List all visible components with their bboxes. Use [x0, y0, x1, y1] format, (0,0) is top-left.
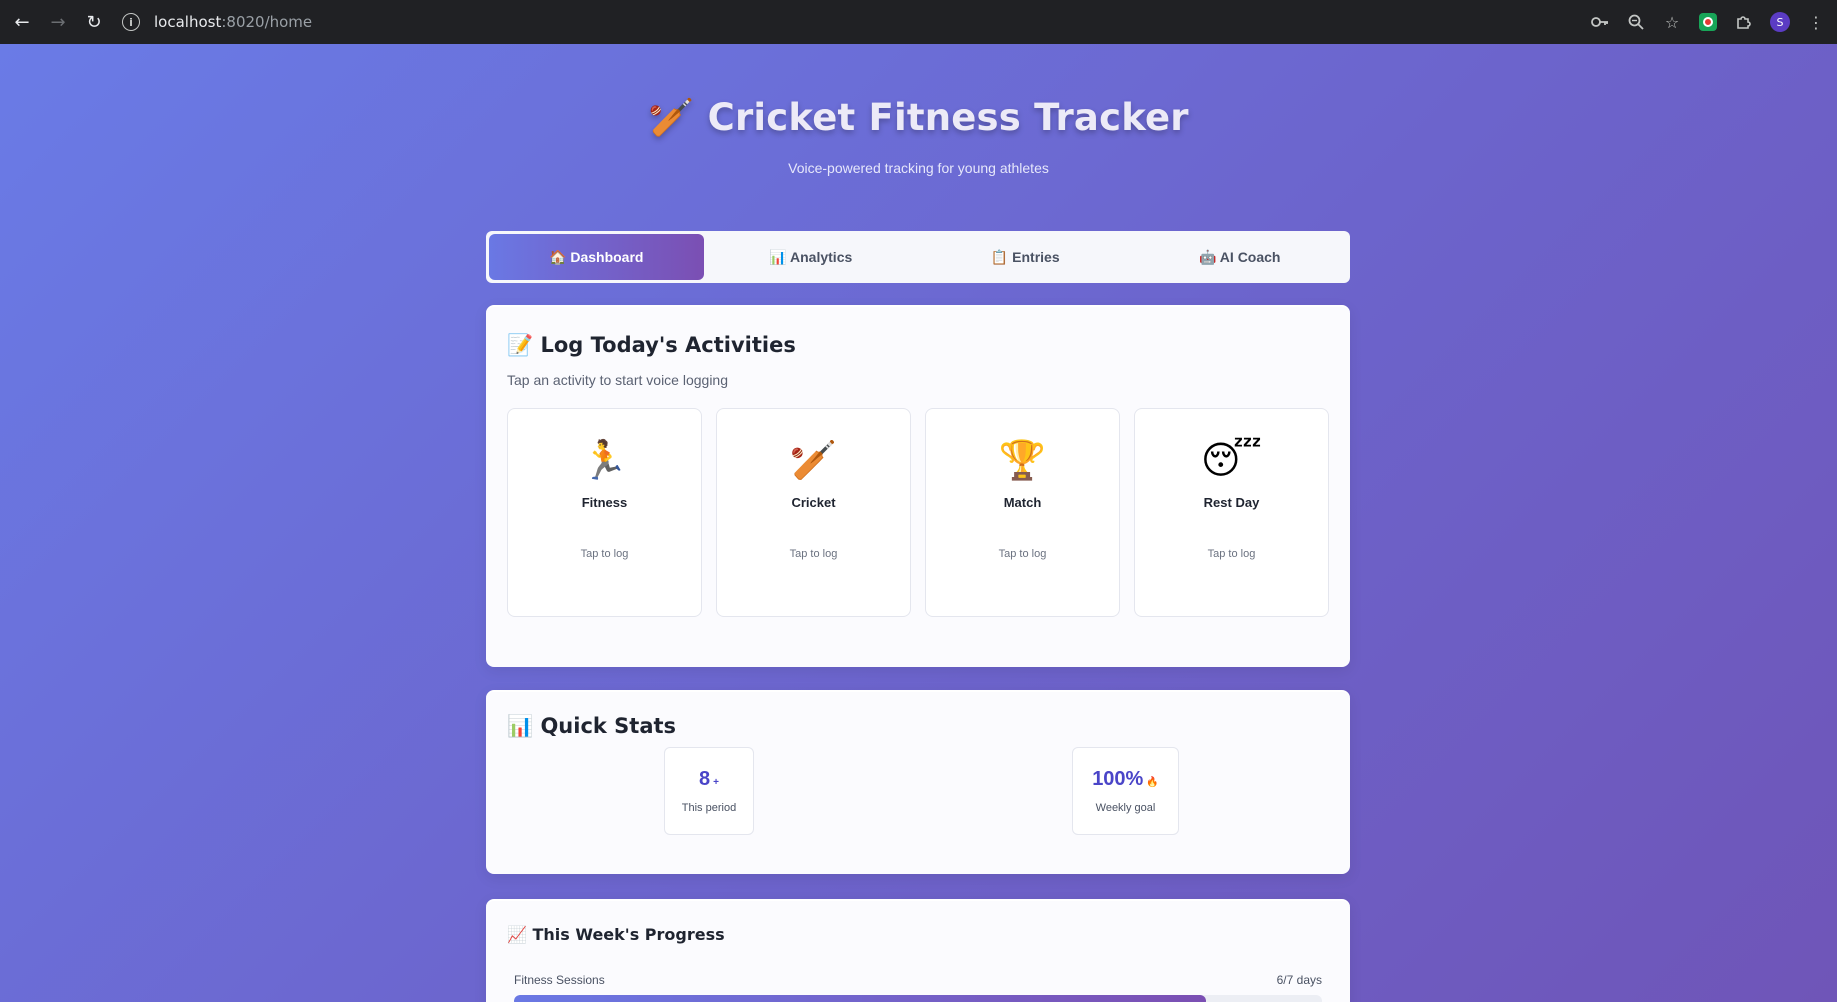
app-subtitle: Voice-powered tracking for young athlete…: [788, 160, 1049, 176]
activity-rest-day-button[interactable]: 😴 Rest Day Tap to log: [1134, 408, 1329, 617]
extensions-puzzle-icon[interactable]: [1733, 11, 1755, 33]
activity-label: Match: [1003, 495, 1042, 510]
weekly-progress-title: 📈 This Week's Progress: [507, 925, 725, 944]
log-activities-title: 📝 Log Today's Activities: [507, 333, 796, 357]
extension-record-icon[interactable]: [1697, 11, 1719, 33]
url-path: :8020/home: [221, 13, 313, 31]
forward-icon[interactable]: →: [40, 4, 76, 40]
main-tabs: 🏠 Dashboard 📊 Analytics 📋 Entries 🤖 AI C…: [486, 231, 1350, 283]
back-icon[interactable]: ←: [4, 4, 40, 40]
stat-number: 100%: [1092, 768, 1144, 790]
fire-icon: 🔥: [1146, 777, 1159, 788]
address-bar[interactable]: i localhost:8020/home: [122, 5, 1589, 39]
stat-value: 100% 🔥: [1073, 768, 1178, 791]
activity-hint: Tap to log: [789, 548, 838, 560]
activity-label: Fitness: [581, 495, 628, 510]
zoom-icon[interactable]: [1625, 11, 1647, 33]
activity-hint: Tap to log: [998, 548, 1047, 560]
bookmark-star-icon[interactable]: ☆: [1661, 11, 1683, 33]
stat-label: Weekly goal: [1095, 802, 1156, 814]
trophy-icon: 🏆: [998, 438, 1047, 482]
progress-value: 6/7 days: [1276, 973, 1322, 987]
running-icon: 🏃: [580, 438, 629, 482]
profile-avatar[interactable]: S: [1769, 11, 1791, 33]
site-info-icon[interactable]: i: [122, 13, 140, 31]
stat-this-period: 8 + This period: [664, 747, 754, 835]
stat-value: 8 +: [665, 768, 753, 791]
quick-stats-card: 📊 Quick Stats 8 + This period 100% 🔥 Weekl…: [486, 690, 1350, 874]
app-page: 🏏 Cricket Fitness Tracker Voice-powered …: [0, 44, 1837, 1002]
progress-bar-fill: [514, 995, 1207, 1002]
tab-analytics[interactable]: 📊 Analytics: [704, 234, 919, 280]
cricket-bat-icon: 🏏: [789, 438, 838, 482]
tab-ai-coach[interactable]: 🤖 AI Coach: [1133, 234, 1348, 280]
activity-match-button[interactable]: 🏆 Match Tap to log: [925, 408, 1120, 617]
url-host: localhost: [154, 13, 222, 31]
browser-toolbar: ← → ↻ i localhost:8020/home ☆ S ⋮: [0, 0, 1837, 44]
stat-weekly-goal: 100% 🔥 Weekly goal: [1072, 747, 1179, 835]
progress-label: Fitness Sessions: [514, 973, 605, 987]
activity-fitness-button[interactable]: 🏃 Fitness Tap to log: [507, 408, 702, 617]
activity-grid: 🏃 Fitness Tap to log 🏏 Cricket Tap to lo…: [507, 408, 1329, 617]
weekly-progress-card: 📈 This Week's Progress Fitness Sessions …: [486, 899, 1350, 1002]
log-activities-subtitle: Tap an activity to start voice logging: [507, 372, 729, 388]
progress-bar: [514, 995, 1322, 1002]
quick-stats-title: 📊 Quick Stats: [507, 714, 677, 738]
plus-icon: +: [713, 777, 719, 788]
stat-label: This period: [681, 802, 737, 814]
tab-entries[interactable]: 📋 Entries: [918, 234, 1133, 280]
hero-header: 🏏 Cricket Fitness Tracker Voice-powered …: [0, 96, 1837, 176]
app-title: 🏏 Cricket Fitness Tracker: [648, 96, 1189, 139]
reload-icon[interactable]: ↻: [76, 4, 112, 40]
activity-label: Rest Day: [1203, 495, 1260, 510]
more-menu-icon[interactable]: ⋮: [1805, 11, 1827, 33]
log-activities-card: 📝 Log Today's Activities Tap an activity…: [486, 305, 1350, 667]
activity-label: Cricket: [791, 495, 836, 510]
stat-number: 8: [699, 768, 711, 790]
sleeping-face-icon: 😴: [1201, 438, 1262, 482]
activity-hint: Tap to log: [580, 548, 629, 560]
key-icon[interactable]: [1589, 11, 1611, 33]
activity-cricket-button[interactable]: 🏏 Cricket Tap to log: [716, 408, 911, 617]
tab-dashboard[interactable]: 🏠 Dashboard: [489, 234, 704, 280]
activity-hint: Tap to log: [1207, 548, 1256, 560]
